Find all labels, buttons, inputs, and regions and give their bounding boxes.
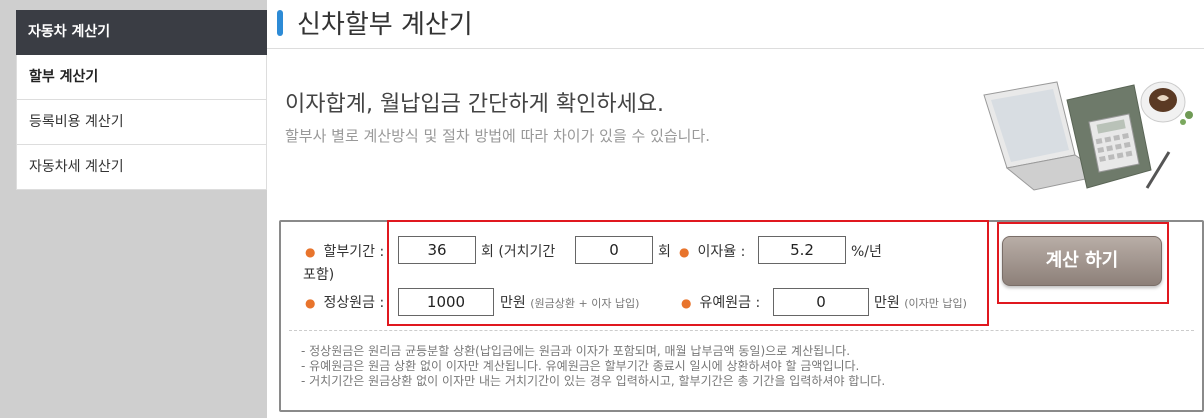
sidebar-header: 자동차 계산기: [16, 10, 267, 55]
calculate-button[interactable]: 계산 하기: [1002, 236, 1162, 286]
included-label: 포함): [303, 267, 335, 283]
bullet-icon: ●: [305, 245, 316, 259]
hero-subtitle: 할부사 별로 계산방식 및 절차 방법에 따라 차이가 있을 수 있습니다.: [285, 127, 711, 145]
sidebar-item-registration[interactable]: 등록비용 계산기: [16, 100, 267, 145]
sidebar-item-installment[interactable]: 할부 계산기: [16, 55, 267, 100]
period-label: 할부기간 :: [323, 244, 385, 260]
notes-divider: [289, 330, 1194, 331]
note-item: - 유예원금은 원금 상환 없이 이자만 계산됩니다. 유예원금은 할부기간 종…: [301, 359, 860, 373]
note-item: - 거치기간은 원금상환 없이 이자만 내는 거치기간이 있는 경우 입력하시고…: [301, 374, 886, 388]
period-label-row: ● 할부기간 :: [305, 241, 384, 261]
sidebar: 자동차 계산기 할부 계산기 등록비용 계산기 자동차세 계산기: [16, 10, 267, 190]
input-highlight-box: [387, 220, 989, 326]
page-background: [0, 0, 16, 418]
sidebar-item-car-tax[interactable]: 자동차세 계산기: [16, 145, 267, 190]
main-content: 신차할부 계산기 이자합계, 월납입금 간단하게 확인하세요. 할부사 별로 계…: [267, 0, 1204, 418]
notes-list: - 정상원금은 원리금 균등분할 상환(납입금에는 원금과 이자가 포함되며, …: [301, 344, 885, 389]
title-accent-bar: [277, 10, 283, 36]
page-title: 신차할부 계산기: [297, 10, 473, 40]
hero-title: 이자합계, 월납입금 간단하게 확인하세요.: [285, 92, 665, 117]
title-divider: [267, 48, 1204, 49]
bullet-icon: ●: [305, 296, 316, 310]
principal-label: 정상원금 :: [323, 295, 385, 311]
note-item: - 정상원금은 원리금 균등분할 상환(납입금에는 원금과 이자가 포함되며, …: [301, 344, 851, 358]
principal-label-row: ● 정상원금 :: [305, 292, 384, 312]
laptop-calculator-illustration: [983, 81, 1193, 191]
